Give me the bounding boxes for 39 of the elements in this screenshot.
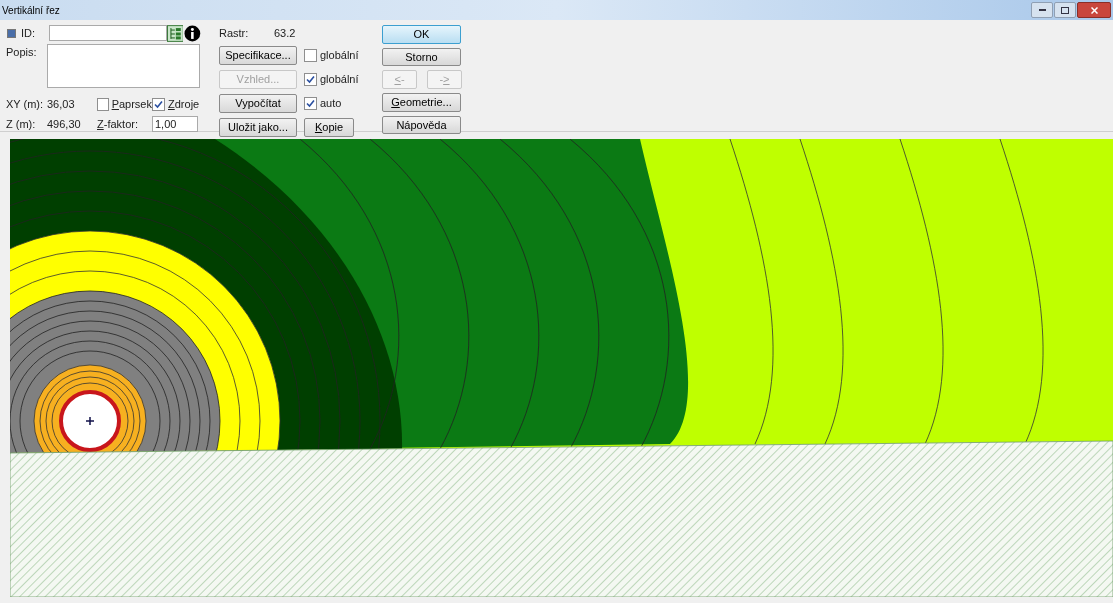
checkbox[interactable] <box>152 97 165 111</box>
dialog-button[interactable]: Kopie <box>304 118 354 137</box>
checkbox-label[interactable]: globální <box>320 71 359 88</box>
id-label: ID: <box>20 25 36 41</box>
zdroje-label[interactable]: Zdroje <box>168 96 200 113</box>
checkbox[interactable] <box>304 97 317 110</box>
close-button[interactable] <box>1077 2 1111 18</box>
close-icon <box>1090 6 1098 14</box>
xy-value: 36,03 <box>47 97 76 112</box>
rastr-label: Rastr: <box>219 25 250 41</box>
z-faktor-field[interactable]: 1,00 <box>152 115 198 132</box>
window-title: Vertikální řez <box>2 3 60 18</box>
z-label: Z (m): <box>6 116 37 132</box>
checkbox[interactable] <box>97 97 109 111</box>
id-field[interactable] <box>48 25 167 41</box>
dialog-button[interactable]: Uložit jako... <box>219 118 297 137</box>
dialog-button[interactable]: Geometrie... <box>382 93 461 112</box>
popis-field[interactable] <box>47 44 200 88</box>
id-indicator[interactable] <box>7 28 16 38</box>
checkbox-label[interactable]: auto <box>320 95 342 112</box>
dialog-button[interactable]: Specifikace... <box>219 46 297 65</box>
popis-label: Popis: <box>6 45 38 60</box>
restore-icon <box>1061 6 1069 14</box>
z-value: 496,30 <box>47 116 82 132</box>
maximize-button[interactable] <box>1054 2 1076 18</box>
dialog-button[interactable]: Nápověda <box>382 115 461 134</box>
checkbox[interactable] <box>304 73 317 86</box>
info-icon[interactable] <box>184 24 201 42</box>
paprsek-label[interactable]: Paprsek <box>111 96 152 113</box>
minimize-icon <box>1038 9 1046 11</box>
checkbox[interactable] <box>304 49 317 62</box>
minimize-button[interactable] <box>1031 2 1053 18</box>
dialog-button[interactable]: OK <box>382 25 461 44</box>
dialog-button[interactable]: Storno <box>382 47 461 66</box>
dialog-button[interactable]: Vypočítat <box>219 94 297 113</box>
xy-label: XY (m): <box>6 97 45 112</box>
rastr-value: 63.2 <box>274 25 296 41</box>
checkbox-label[interactable]: globální <box>320 47 359 64</box>
z-faktor-label: Z-faktor: <box>97 116 139 132</box>
